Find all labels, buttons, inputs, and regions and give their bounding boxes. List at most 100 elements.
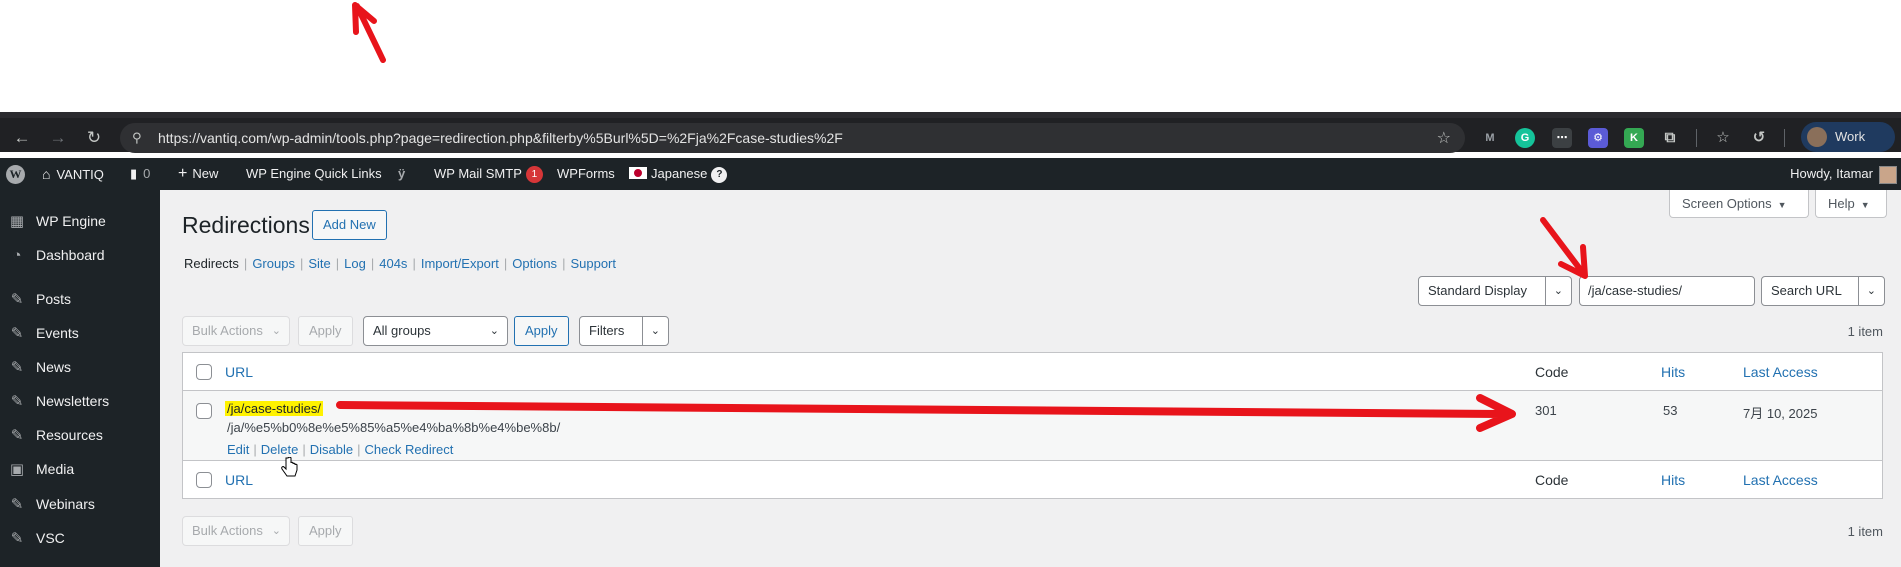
dashboard-icon: ◔ bbox=[12, 247, 22, 264]
add-new-button[interactable]: Add New bbox=[312, 210, 387, 240]
delete-link[interactable]: Delete bbox=[261, 442, 299, 457]
subnav-options[interactable]: Options bbox=[512, 256, 557, 271]
subnav-import-export[interactable]: Import/Export bbox=[421, 256, 499, 271]
pin-icon: ✎ bbox=[10, 530, 24, 547]
row-hits: 53 bbox=[1663, 403, 1678, 418]
forward-icon[interactable]: → bbox=[46, 126, 70, 150]
bookmarks-icon[interactable]: ☆ bbox=[1713, 128, 1733, 148]
sidebar-item-posts[interactable]: ✎ Posts bbox=[0, 282, 160, 316]
groups-apply-button[interactable]: Apply bbox=[514, 316, 569, 346]
puzzle-icon[interactable]: ⧉ bbox=[1660, 128, 1680, 148]
groups-select[interactable]: All groups ⌄ bbox=[363, 316, 508, 346]
user-avatar[interactable] bbox=[1879, 166, 1897, 184]
reload-icon[interactable]: ↻ bbox=[82, 126, 106, 150]
wordpress-logo-icon[interactable]: W bbox=[6, 165, 25, 184]
hand-cursor-icon bbox=[281, 457, 298, 477]
search-url-input[interactable]: /ja/case-studies/ bbox=[1579, 276, 1755, 306]
subnav-404s[interactable]: 404s bbox=[379, 256, 407, 271]
screen-options-button[interactable]: Screen Options ▼ bbox=[1669, 190, 1809, 218]
dots-extension-icon[interactable]: ⋯ bbox=[1552, 128, 1572, 148]
back-icon[interactable]: ← bbox=[10, 126, 34, 150]
column-code-footer: Code bbox=[1535, 472, 1569, 488]
plus-icon: + bbox=[178, 165, 188, 182]
bulk-apply-button-bottom[interactable]: Apply bbox=[298, 516, 353, 546]
admin-sidebar: ▦ WP Engine ◔ Dashboard ✎ Posts ✎ Events ✎ Ne… bbox=[0, 190, 160, 567]
column-url[interactable]: URL bbox=[225, 364, 253, 380]
profile-button[interactable]: Work bbox=[1801, 122, 1895, 152]
sidebar-item-newsletters[interactable]: ✎ Newsletters bbox=[0, 384, 160, 418]
check-redirect-link[interactable]: Check Redirect bbox=[365, 442, 454, 457]
select-all-checkbox[interactable] bbox=[196, 364, 212, 380]
address-bar-url[interactable]: https://vantiq.com/wp-admin/tools.php?pa… bbox=[158, 130, 843, 146]
pin-icon: ✎ bbox=[10, 427, 24, 444]
k-extension-icon[interactable]: K bbox=[1624, 128, 1644, 148]
bulk-actions-select[interactable]: Bulk Actions ⌄ bbox=[182, 316, 290, 346]
sidebar-item-media[interactable]: ▣ Media bbox=[0, 452, 160, 486]
sidebar-item-webinars[interactable]: ✎ Webinars bbox=[0, 487, 160, 521]
bulk-actions-select-bottom[interactable]: Bulk Actions ⌄ bbox=[182, 516, 290, 546]
caret-down-icon: ▼ bbox=[1777, 200, 1787, 210]
edit-link[interactable]: Edit bbox=[227, 442, 249, 457]
column-hits-footer[interactable]: Hits bbox=[1661, 472, 1685, 488]
address-bar[interactable]: ⚲ https://vantiq.com/wp-admin/tools.php?… bbox=[120, 123, 1465, 153]
chevron-down-icon: ⌄ bbox=[271, 525, 281, 537]
table-row: /ja/case-studies/ /ja/%e5%b0%8e%e5%85%a5… bbox=[183, 391, 1882, 461]
main-content: Screen Options ▼ Help ▼ Redirections Add N… bbox=[160, 190, 1901, 567]
display-mode-select[interactable]: Standard Display ⌄ bbox=[1418, 276, 1572, 306]
howdy-user-menu[interactable]: Howdy, Itamar bbox=[1790, 158, 1873, 190]
subnav-log[interactable]: Log bbox=[344, 256, 366, 271]
new-content-link[interactable]: + New bbox=[178, 158, 218, 190]
japan-flag-icon bbox=[629, 167, 647, 179]
pin-icon: ✎ bbox=[10, 359, 24, 376]
sidebar-item-events[interactable]: ✎ Events bbox=[0, 316, 160, 350]
sidebar-item-vsc[interactable]: ✎ VSC bbox=[0, 521, 160, 555]
subnav-support[interactable]: Support bbox=[570, 256, 616, 271]
comments-link[interactable]: ▮ 0 bbox=[130, 158, 150, 190]
avatar bbox=[1807, 127, 1827, 147]
filters-button[interactable]: Filters ⌄ bbox=[579, 316, 669, 346]
column-last-access[interactable]: Last Access bbox=[1743, 364, 1818, 380]
yoast-icon[interactable]: ÿ bbox=[398, 158, 405, 190]
row-checkbox[interactable] bbox=[196, 403, 212, 419]
column-url-footer[interactable]: URL bbox=[225, 472, 253, 488]
bulk-apply-button[interactable]: Apply bbox=[298, 316, 353, 346]
wp-engine-quick-links[interactable]: WP Engine Quick Links bbox=[246, 158, 382, 190]
grammarly-icon[interactable]: G bbox=[1515, 128, 1535, 148]
pin-icon: ✎ bbox=[10, 393, 24, 410]
table-header: URL Code Hits Last Access bbox=[183, 353, 1882, 391]
subnav-groups[interactable]: Groups bbox=[252, 256, 295, 271]
subnav-redirects[interactable]: Redirects bbox=[184, 256, 239, 271]
m-extension-icon[interactable]: M bbox=[1480, 128, 1500, 148]
search-url-button[interactable]: Search URL ⌄ bbox=[1761, 276, 1885, 306]
subnav-links: Redirects | Groups | Site | Log | 404s | Import/Ex… bbox=[184, 256, 616, 271]
column-last-access-footer[interactable]: Last Access bbox=[1743, 472, 1818, 488]
sidebar-item-news[interactable]: ✎ News bbox=[0, 350, 160, 384]
toolbar-divider bbox=[1784, 129, 1785, 147]
bookmark-star-icon[interactable]: ☆ bbox=[1437, 128, 1451, 148]
redirects-table: URL Code Hits Last Access /ja/case-studi… bbox=[182, 352, 1883, 499]
row-source-url[interactable]: /ja/case-studies/ bbox=[225, 401, 323, 416]
row-actions: Edit | Delete | Disable | Check Redirect bbox=[227, 442, 454, 457]
sidebar-item-wp-engine[interactable]: ▦ WP Engine bbox=[0, 204, 160, 238]
gear-extension-icon[interactable]: ⚙ bbox=[1588, 128, 1608, 148]
language-switcher[interactable]: Japanese? bbox=[629, 158, 728, 190]
column-hits[interactable]: Hits bbox=[1661, 364, 1685, 380]
chevron-down-icon: ⌄ bbox=[271, 325, 281, 337]
pin-icon: ✎ bbox=[10, 325, 24, 342]
site-info-icon[interactable]: ⚲ bbox=[132, 130, 148, 146]
wpforms-link[interactable]: WPForms bbox=[557, 158, 615, 190]
site-name-link[interactable]: ⌂ VANTIQ bbox=[42, 158, 104, 190]
subnav-site[interactable]: Site bbox=[308, 256, 330, 271]
chevron-down-icon: ⌄ bbox=[489, 325, 499, 337]
history-icon[interactable]: ↺ bbox=[1749, 128, 1769, 148]
sidebar-item-dashboard[interactable]: ◔ Dashboard bbox=[0, 238, 160, 272]
sidebar-item-resources[interactable]: ✎ Resources bbox=[0, 418, 160, 452]
notification-badge: 1 bbox=[525, 166, 543, 183]
pin-icon: ✎ bbox=[10, 496, 24, 513]
grid-icon: ▦ bbox=[9, 213, 25, 230]
wp-mail-smtp-link[interactable]: WP Mail SMTP 1 bbox=[434, 158, 543, 190]
table-footer: URL Code Hits Last Access bbox=[183, 461, 1882, 499]
disable-link[interactable]: Disable bbox=[310, 442, 353, 457]
select-all-checkbox-footer[interactable] bbox=[196, 472, 212, 488]
help-button[interactable]: Help ▼ bbox=[1815, 190, 1887, 218]
